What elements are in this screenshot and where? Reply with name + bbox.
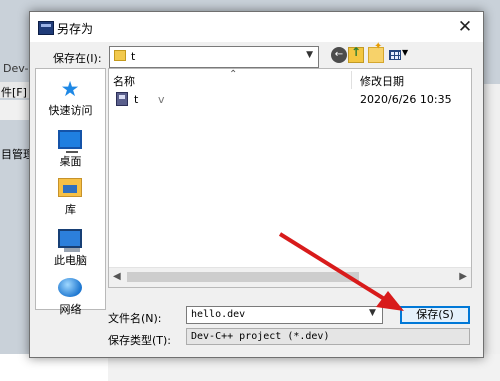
horizontal-scrollbar[interactable]: ◀ ▶ bbox=[109, 267, 471, 287]
sort-ascending-icon: ⌃ bbox=[229, 69, 238, 80]
save-in-label: 保存在(I): bbox=[53, 52, 102, 65]
save-button[interactable]: 保存(S) bbox=[400, 306, 470, 324]
location-dropdown[interactable]: t ▼ bbox=[109, 46, 319, 68]
menu-bar-fragment: 件[F] bbox=[0, 82, 30, 100]
file-modified: 2020/6/26 10:35 bbox=[360, 93, 452, 106]
column-divider[interactable] bbox=[351, 71, 352, 89]
place-quick-access[interactable]: ★ 快速访问 bbox=[36, 75, 105, 119]
file-name: t bbox=[134, 93, 139, 106]
menu-file-fragment[interactable]: 件[F] bbox=[1, 84, 27, 100]
project-file-icon bbox=[116, 92, 128, 106]
scrollbar-thumb[interactable] bbox=[127, 272, 359, 282]
toolbar-fragment bbox=[0, 100, 30, 120]
computer-icon bbox=[58, 229, 82, 252]
filename-label: 文件名(N): bbox=[108, 312, 162, 325]
place-library[interactable]: 库 bbox=[36, 174, 105, 218]
background-panel-bottom bbox=[0, 354, 108, 381]
place-label: 快速访问 bbox=[48, 104, 93, 117]
library-icon bbox=[58, 178, 82, 197]
chevron-down-icon: ▼ bbox=[402, 48, 409, 57]
filename-input[interactable]: hello.dev bbox=[186, 306, 383, 324]
place-label: 网络 bbox=[59, 303, 82, 316]
save-as-dialog: 另存为 ✕ 保存在(I): t ▼ ← ▼ ★ 快速访问 桌面 库 此电脑 bbox=[29, 11, 484, 358]
close-button[interactable]: ✕ bbox=[448, 12, 482, 42]
chevron-down-icon[interactable]: ▼ bbox=[369, 308, 376, 318]
dialog-title: 另存为 bbox=[57, 22, 94, 36]
filetype-select[interactable]: Dev-C++ project (*.dev) bbox=[186, 328, 470, 345]
scroll-left-icon[interactable]: ◀ bbox=[113, 271, 121, 282]
star-icon: ★ bbox=[60, 77, 80, 101]
new-folder-icon[interactable] bbox=[368, 41, 384, 63]
chevron-down-icon: ▼ bbox=[306, 50, 313, 60]
view-menu-icon[interactable]: ▼ bbox=[389, 47, 409, 63]
place-label: 库 bbox=[65, 203, 76, 216]
place-label: 桌面 bbox=[59, 155, 82, 168]
file-list[interactable]: 名称 ⌃ 修改日期 t v 2020/6/26 10:35 ◀ ▶ bbox=[108, 68, 472, 288]
dialog-titlebar[interactable]: 另存为 ✕ bbox=[30, 12, 483, 42]
place-this-pc[interactable]: 此电脑 bbox=[36, 225, 105, 269]
location-value: t bbox=[131, 50, 136, 63]
network-icon bbox=[58, 278, 82, 297]
view-grid-icon bbox=[389, 50, 401, 60]
folder-icon bbox=[114, 50, 126, 61]
file-name-fragment: v bbox=[158, 93, 165, 106]
back-icon[interactable]: ← bbox=[331, 47, 347, 63]
app-icon bbox=[38, 21, 54, 35]
scroll-right-icon[interactable]: ▶ bbox=[459, 271, 467, 282]
desktop-icon bbox=[58, 130, 82, 153]
places-bar: ★ 快速访问 桌面 库 此电脑 网络 bbox=[35, 68, 106, 316]
place-label: 此电脑 bbox=[54, 254, 87, 267]
filetype-label: 保存类型(T): bbox=[108, 334, 172, 347]
column-header-modified[interactable]: 修改日期 bbox=[360, 73, 404, 89]
up-folder-icon[interactable] bbox=[348, 45, 364, 63]
column-header-name[interactable]: 名称 bbox=[113, 73, 135, 89]
place-desktop[interactable]: 桌面 bbox=[36, 126, 105, 170]
place-network[interactable]: 网络 bbox=[36, 274, 105, 318]
file-row[interactable]: t v 2020/6/26 10:35 bbox=[110, 90, 470, 110]
